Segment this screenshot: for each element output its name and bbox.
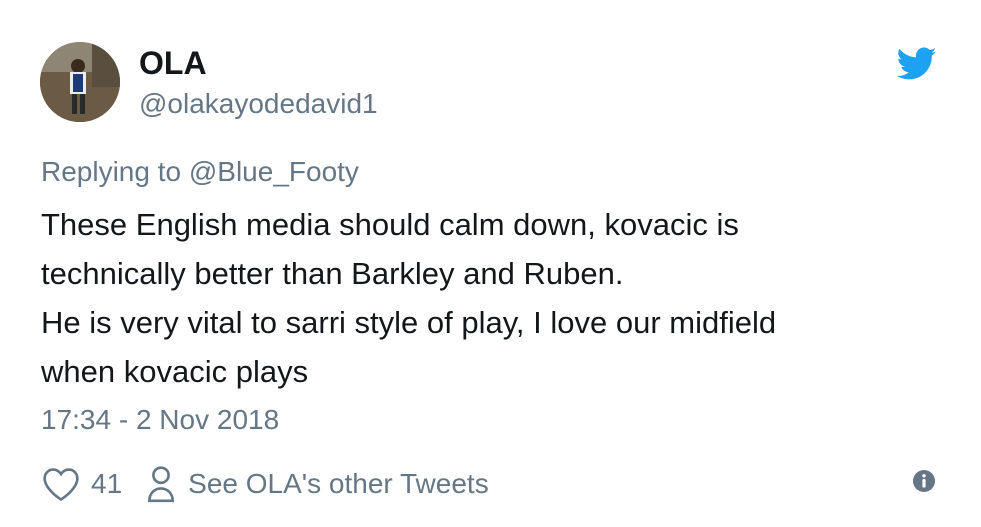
tweet-timestamp[interactable]: 17:34 - 2 Nov 2018 [41,403,279,437]
heart-icon[interactable] [41,466,81,502]
tweet-line: when kovacic plays [41,354,309,389]
tweet-actions: 41 See OLA's other Tweets [41,462,489,506]
tweet-line: These English media should calm down, ko… [41,207,739,242]
reply-context[interactable]: Replying to @Blue_Footy [41,155,359,189]
tweet-line: technically better than Barkley and Rube… [41,256,624,291]
like-count: 41 [91,468,123,499]
avatar-photo [40,42,120,122]
info-icon[interactable] [912,469,936,493]
tweet-text: These English media should calm down, ko… [41,200,941,396]
author-name[interactable]: OLA [139,44,207,82]
tweet-line: He is very vital to sarri style of play,… [41,305,777,340]
author-handle[interactable]: @olakayodedavid1 [139,87,378,121]
see-other-tweets-link[interactable]: See OLA's other Tweets [188,468,489,500]
person-icon[interactable] [146,465,176,503]
avatar[interactable] [40,42,120,122]
twitter-bird-icon[interactable] [897,47,937,81]
